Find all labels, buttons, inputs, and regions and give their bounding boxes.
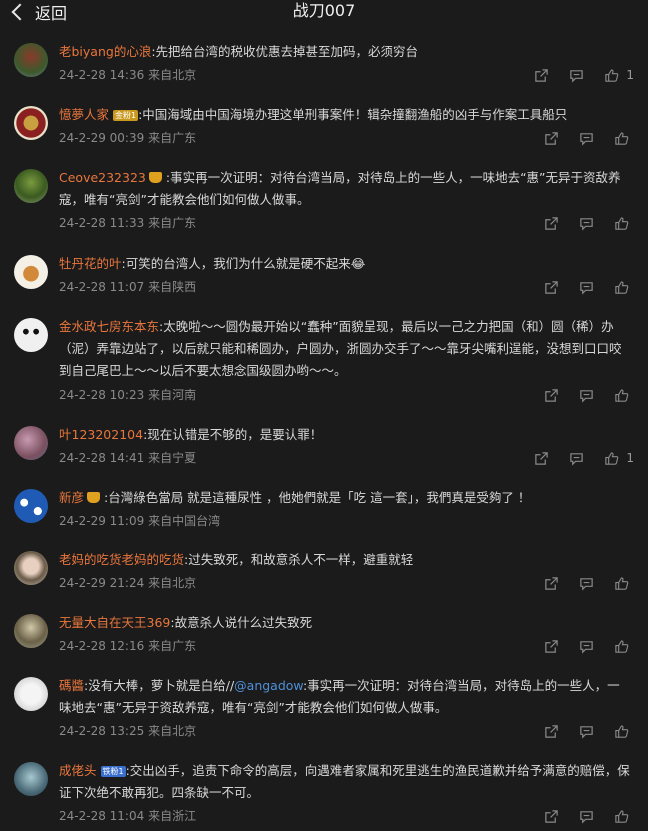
comment-location: 来自北京	[148, 576, 197, 590]
share-icon[interactable]	[528, 449, 554, 467]
comment-text: :可笑的台湾人，我们为什么就是硬不起来😂	[121, 256, 366, 271]
comment-icon[interactable]	[573, 637, 599, 655]
comment-location: 来自广东	[148, 639, 197, 653]
comment-icon[interactable]	[573, 807, 599, 825]
comment-icon[interactable]	[573, 574, 599, 592]
share-icon[interactable]	[538, 722, 564, 740]
pagoda-avatar[interactable]	[14, 43, 48, 77]
panda-avatar[interactable]	[14, 318, 48, 352]
like-icon[interactable]	[608, 722, 634, 740]
comment-time: 24-2-28 11:04	[59, 809, 145, 823]
flower-avatar[interactable]	[14, 426, 48, 460]
username[interactable]: 金水政七房东本东	[59, 319, 159, 334]
like-icon[interactable]	[598, 449, 624, 467]
crown-icon	[148, 172, 162, 183]
share-icon[interactable]	[538, 278, 564, 296]
username[interactable]: 成佬头	[59, 763, 97, 778]
fan-badge: 金粉1	[113, 110, 139, 121]
share-icon[interactable]	[538, 214, 564, 232]
comment-text: :故意杀人说什么过失致死	[170, 615, 313, 630]
comment-text: :中国海域由中国海境办理这单刑事案件！辑杂撞翻渔船的凶手与作案工具船只	[138, 107, 568, 122]
like-icon[interactable]	[608, 129, 634, 147]
cartoon-avatar[interactable]	[14, 255, 48, 289]
comment-text: :现在认错是不够的，是要认罪！	[143, 427, 323, 442]
comment-location: 来自北京	[148, 724, 197, 738]
figure-avatar[interactable]	[14, 614, 48, 648]
page-title: 战刀007	[292, 1, 356, 20]
comment-icon[interactable]	[573, 214, 599, 232]
share-icon[interactable]	[538, 637, 564, 655]
comment-time: 24-2-28 14:36	[59, 68, 145, 82]
comment-time: 24-2-28 11:33	[59, 216, 145, 230]
comment-location: 来自中国台湾	[148, 514, 221, 528]
comment-time: 24-2-29 21:24	[59, 576, 145, 590]
like-count: 1	[626, 451, 634, 465]
comment-location: 来自广东	[148, 131, 197, 145]
comment-location: 来自广东	[148, 216, 197, 230]
comment-text: :台灣綠色當局 就是這種尿性 ，他她們就是「吃 這一套」，我們真是受夠了 ！	[104, 490, 531, 505]
username[interactable]: 牡丹花的叶	[59, 256, 122, 271]
comment-time: 24-2-28 10:23	[59, 388, 145, 402]
username[interactable]: 无量大自在天王369	[59, 615, 170, 630]
like-icon[interactable]	[608, 278, 634, 296]
like-icon[interactable]	[608, 386, 634, 404]
comment-time: 24-2-29 00:39	[59, 131, 145, 145]
bird-avatar[interactable]	[14, 762, 48, 796]
comment-icon[interactable]	[573, 278, 599, 296]
comment-icon[interactable]	[563, 66, 589, 84]
comment-location: 来自浙江	[148, 809, 197, 823]
sketch-avatar[interactable]	[14, 677, 48, 711]
comment-text: :先把给台湾的税收优惠去掉甚至加码，必须穷台	[151, 44, 419, 59]
comment-text: :交出凶手，追责下命令的高层，向遇难者家属和死里逃生的渔民道歉并给予满意的赔偿，…	[59, 763, 630, 800]
like-icon[interactable]	[608, 807, 634, 825]
share-icon[interactable]	[538, 574, 564, 592]
username[interactable]: 憶夢人家	[59, 107, 109, 122]
comment-time: 24-2-28 14:41	[59, 451, 145, 465]
comment-text: :没有大棒，萝卜就是白给//	[84, 678, 235, 693]
comment-time: 24-2-28 12:16	[59, 639, 145, 653]
share-icon[interactable]	[538, 386, 564, 404]
share-icon[interactable]	[528, 66, 554, 84]
hai-avatar[interactable]	[14, 489, 48, 523]
username[interactable]: 老biyang的心浪	[59, 44, 151, 59]
like-icon[interactable]	[608, 637, 634, 655]
username[interactable]: 叶123202104	[59, 427, 143, 442]
comment-icon[interactable]	[573, 722, 599, 740]
like-icon[interactable]	[608, 574, 634, 592]
doll-avatar[interactable]	[14, 551, 48, 585]
username[interactable]: 碼醬	[59, 678, 84, 693]
like-icon[interactable]	[608, 214, 634, 232]
comment-time: 24-2-28 13:25	[59, 724, 145, 738]
comment-location: 来自宁夏	[148, 451, 197, 465]
mention-link[interactable]: @angadow	[234, 678, 303, 693]
share-icon[interactable]	[538, 129, 564, 147]
tree-avatar[interactable]	[14, 169, 48, 203]
emblem-avatar[interactable]	[14, 106, 48, 140]
comment-location: 来自陕西	[148, 280, 197, 294]
username[interactable]: Ceove232323	[59, 170, 146, 185]
like-count: 1	[626, 68, 634, 82]
comment-location: 来自河南	[148, 388, 197, 402]
crown-icon	[87, 492, 101, 503]
comment-icon[interactable]	[573, 386, 599, 404]
comment-icon[interactable]	[573, 129, 599, 147]
comment-location: 来自北京	[148, 68, 197, 82]
like-icon[interactable]	[598, 66, 624, 84]
comment-time: 24-2-28 11:07	[59, 280, 145, 294]
username[interactable]: 老妈的吃货老妈的吃货	[59, 552, 184, 567]
comment-icon[interactable]	[563, 449, 589, 467]
comment-text: :过失致死，和故意杀人不一样，避重就轻	[184, 552, 414, 567]
share-icon[interactable]	[538, 807, 564, 825]
top-bar: 返回 战刀007	[0, 0, 648, 26]
username[interactable]: 新彦	[59, 490, 84, 505]
fan-badge: 铁粉1	[100, 766, 126, 777]
comment-time: 24-2-29 11:09	[59, 514, 145, 528]
